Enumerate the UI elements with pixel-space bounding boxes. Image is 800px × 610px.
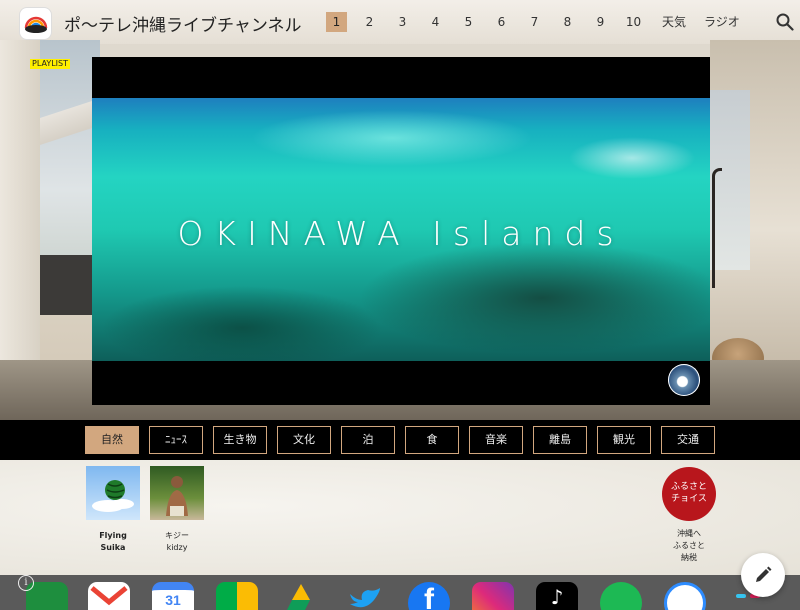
drive-icon[interactable] <box>280 582 322 610</box>
instagram-icon[interactable] <box>472 582 514 610</box>
channel-thumb-kidzy[interactable] <box>150 466 204 520</box>
nav-item-6[interactable]: 6 <box>491 12 512 32</box>
category-food[interactable]: 食 <box>405 426 459 454</box>
category-creatures[interactable]: 生き物 <box>213 426 267 454</box>
nav-item-4[interactable]: 4 <box>425 12 446 32</box>
furusato-choice-badge[interactable]: ふるさと チョイス <box>662 467 716 521</box>
category-news[interactable]: ﾆｭｰｽ <box>149 426 203 454</box>
category-tabs: 自然 ﾆｭｰｽ 生き物 文化 泊 食 音楽 離島 観光 交通 <box>85 426 725 454</box>
twitter-icon[interactable] <box>344 582 386 610</box>
nav-item-2[interactable]: 2 <box>359 12 380 32</box>
category-islands[interactable]: 離島 <box>533 426 587 454</box>
nav-item-weather[interactable]: 天気 <box>662 12 686 32</box>
spotify-icon[interactable] <box>600 582 642 610</box>
category-culture[interactable]: 文化 <box>277 426 331 454</box>
category-tourism[interactable]: 観光 <box>597 426 651 454</box>
pencil-icon <box>756 566 772 582</box>
nav-item-1[interactable]: 1 <box>326 12 347 32</box>
nav-item-8[interactable]: 8 <box>557 12 578 32</box>
facebook-icon[interactable]: f <box>408 582 450 610</box>
nav-item-3[interactable]: 3 <box>392 12 413 32</box>
watermelon-icon <box>92 480 134 512</box>
tiktok-icon[interactable]: ♪ <box>536 582 578 610</box>
page-title: ポ〜テレ沖縄ライブチャンネル <box>64 16 302 36</box>
zoom-icon[interactable] <box>664 582 706 610</box>
playlist-badge[interactable]: PLAYLIST <box>30 59 70 69</box>
channel-label-kidzy[interactable]: キジー kidzy <box>137 530 217 554</box>
rainbow-logo-icon <box>24 16 47 33</box>
category-tomari[interactable]: 泊 <box>341 426 395 454</box>
video-player[interactable]: OKINAWA Islands <box>92 57 710 405</box>
info-icon[interactable]: i <box>18 575 34 591</box>
meet-icon[interactable] <box>216 582 258 610</box>
search-icon[interactable] <box>776 13 794 31</box>
edit-button[interactable] <box>741 553 785 597</box>
channel-nav: 1 2 3 4 5 6 7 8 9 10 天気 ラジオ <box>326 12 752 32</box>
gmail-icon[interactable] <box>88 582 130 610</box>
nav-item-9[interactable]: 9 <box>590 12 611 32</box>
nav-item-5[interactable]: 5 <box>458 12 479 32</box>
channel-thumb-flying-suika[interactable] <box>86 466 140 520</box>
person-photo-icon <box>166 476 188 516</box>
furusato-label[interactable]: 沖縄へ ふるさと 納税 <box>649 528 729 564</box>
nav-item-10[interactable]: 10 <box>623 12 644 32</box>
category-music[interactable]: 音楽 <box>469 426 523 454</box>
app-dock: 31 f ♪ <box>0 575 800 610</box>
category-nature[interactable]: 自然 <box>85 426 139 454</box>
nav-item-radio[interactable]: ラジオ <box>704 12 740 32</box>
nav-item-7[interactable]: 7 <box>524 12 545 32</box>
channel-avatar-icon[interactable] <box>668 364 700 396</box>
category-transport[interactable]: 交通 <box>661 426 715 454</box>
app-logo[interactable] <box>20 8 51 39</box>
calendar-icon[interactable]: 31 <box>152 582 194 610</box>
video-caption: OKINAWA Islands <box>177 214 625 253</box>
